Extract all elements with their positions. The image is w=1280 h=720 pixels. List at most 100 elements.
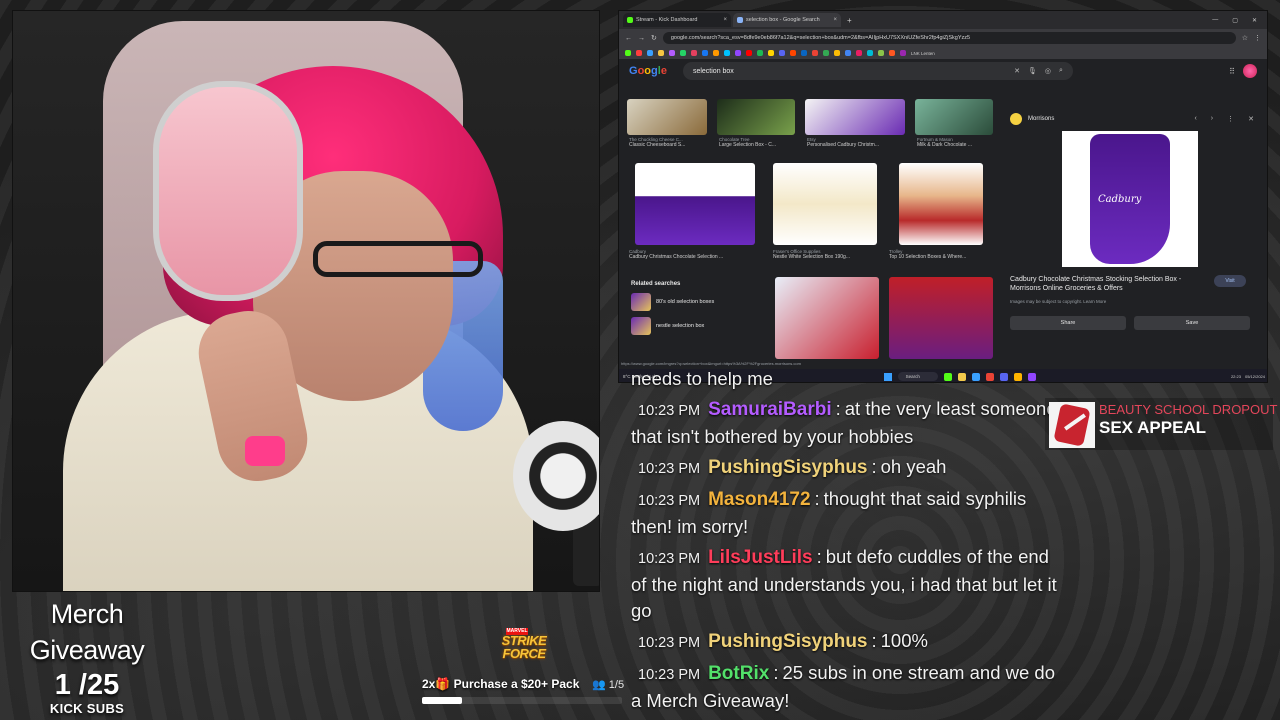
bookmark-icon[interactable] bbox=[878, 50, 884, 56]
now-playing-widget: BEAUTY SCHOOL DROPOUT SEX APPEAL bbox=[1045, 398, 1277, 450]
result-caption[interactable]: Etsy Personalised Cadbury Christm... bbox=[807, 137, 911, 148]
preview-image[interactable]: Cadbury bbox=[1062, 131, 1198, 267]
message-time: 10:23 PM bbox=[638, 635, 701, 651]
result-caption[interactable]: The Chuckling Cheese C... Classic Cheeseb… bbox=[629, 137, 715, 148]
bookmarks-bar: LNK Lenten bbox=[619, 47, 1267, 59]
bookmark-icon[interactable] bbox=[768, 50, 774, 56]
message-user: BotRix bbox=[708, 663, 770, 684]
close-icon[interactable]: ✕ bbox=[1248, 115, 1254, 123]
bookmark-icon[interactable] bbox=[713, 50, 719, 56]
result-image[interactable] bbox=[889, 277, 993, 359]
star-icon[interactable]: ☆ bbox=[1242, 34, 1248, 42]
bookmark-icon[interactable] bbox=[779, 50, 785, 56]
sponsor-progress-fill bbox=[422, 697, 462, 704]
bookmark-label[interactable]: LNK Lenten bbox=[911, 51, 935, 56]
apps-grid-icon[interactable]: ⠿ bbox=[1229, 67, 1235, 76]
maximize-icon[interactable]: ▢ bbox=[1232, 17, 1238, 24]
panel-title[interactable]: Cadbury Chocolate Christmas Stocking Sel… bbox=[1010, 275, 1200, 293]
result-image[interactable] bbox=[717, 99, 795, 135]
url-field[interactable]: google.com/search?sca_esv=8dfe9e0eb86f7a… bbox=[662, 32, 1236, 44]
bookmark-icon[interactable] bbox=[845, 50, 851, 56]
result-caption[interactable]: Fraser's Office Supplies Nestle White Sel… bbox=[773, 249, 883, 260]
menu-icon[interactable]: ⋮ bbox=[1254, 34, 1261, 42]
bookmark-icon[interactable] bbox=[889, 50, 895, 56]
share-button[interactable]: Share bbox=[1010, 316, 1126, 330]
bookmark-icon[interactable] bbox=[801, 50, 807, 56]
tab-kick-dashboard[interactable]: Stream - Kick Dashboard × bbox=[623, 13, 731, 27]
merch-label: Merch bbox=[50, 599, 124, 629]
bookmark-icon[interactable] bbox=[658, 50, 664, 56]
related-item[interactable]: 80's old selection boxes bbox=[631, 293, 771, 311]
lens-icon[interactable]: ◎ bbox=[1045, 67, 1051, 75]
bookmark-icon[interactable] bbox=[867, 50, 873, 56]
bookmark-icon[interactable] bbox=[746, 50, 752, 56]
bookmark-icon[interactable] bbox=[647, 50, 653, 56]
result-image[interactable] bbox=[899, 163, 983, 245]
result-image[interactable] bbox=[915, 99, 993, 135]
strike-force-logo: MARVEL STRIKE FORCE bbox=[480, 628, 568, 662]
bookmark-icon[interactable] bbox=[625, 50, 631, 56]
close-window-icon[interactable]: ✕ bbox=[1252, 17, 1257, 24]
bookmark-icon[interactable] bbox=[823, 50, 829, 56]
more-icon[interactable]: ⋮ bbox=[1227, 115, 1234, 123]
next-icon[interactable]: › bbox=[1211, 115, 1213, 123]
result-image[interactable] bbox=[635, 163, 755, 245]
sponsor-count-value: 1/5 bbox=[608, 679, 625, 691]
bookmark-icon[interactable] bbox=[702, 50, 708, 56]
tab-google-search[interactable]: selection box - Google Search × bbox=[733, 13, 841, 27]
bookmark-icon[interactable] bbox=[790, 50, 796, 56]
save-button[interactable]: Save bbox=[1134, 316, 1250, 330]
result-image[interactable] bbox=[773, 163, 877, 245]
bookmark-icon[interactable] bbox=[680, 50, 686, 56]
clock-date[interactable]: 05/12/2024 bbox=[1245, 374, 1265, 379]
back-icon[interactable]: ← bbox=[625, 35, 632, 42]
related-item[interactable]: nestle selection box bbox=[631, 317, 771, 335]
result-caption[interactable]: Cadbury Cadbury Christmas Chocolate Selec… bbox=[629, 249, 755, 260]
strike-force-wordmark: STRIKE FORCE bbox=[501, 633, 547, 661]
reload-icon[interactable]: ↻ bbox=[651, 34, 657, 42]
message-user: Mason4172 bbox=[708, 489, 811, 510]
bookmark-icon[interactable] bbox=[724, 50, 730, 56]
google-logo[interactable]: Google bbox=[629, 65, 667, 77]
close-icon[interactable]: × bbox=[723, 17, 727, 23]
search-icon[interactable]: ⌕ bbox=[1059, 67, 1063, 75]
now-playing-artist: BEAUTY SCHOOL DROPOUT bbox=[1099, 402, 1278, 417]
clear-icon[interactable]: ✕ bbox=[1014, 67, 1020, 75]
result-caption[interactable]: Chocolate Tree Large Selection Box - C... bbox=[719, 137, 803, 148]
close-icon[interactable]: × bbox=[833, 17, 837, 23]
avatar[interactable] bbox=[1243, 64, 1257, 78]
result-image[interactable] bbox=[805, 99, 905, 135]
google-account-area: ⠿ bbox=[1229, 64, 1257, 78]
message-separator: : bbox=[871, 630, 877, 651]
album-art bbox=[1049, 402, 1095, 448]
search-query[interactable]: selection box bbox=[693, 68, 1006, 75]
bookmark-icon[interactable] bbox=[669, 50, 675, 56]
bookmark-icon[interactable] bbox=[834, 50, 840, 56]
result-image[interactable] bbox=[627, 99, 707, 135]
mic-icon[interactable]: 🎙 bbox=[1028, 67, 1037, 75]
bookmark-icon[interactable] bbox=[900, 50, 906, 56]
previous-icon[interactable]: ‹ bbox=[1194, 115, 1196, 123]
bookmark-icon[interactable] bbox=[856, 50, 862, 56]
result-caption[interactable]: Trolley Top 10 Selection Boxes & Where... bbox=[889, 249, 1001, 260]
message-text: needs to help me bbox=[631, 372, 773, 389]
result-caption[interactable]: Fortnum & Mason Milk & Dark Chocolate ... bbox=[917, 137, 1003, 148]
google-header: Google selection box ✕ 🎙 ◎ ⌕ ⠿ bbox=[619, 59, 1267, 83]
forward-icon[interactable]: → bbox=[638, 35, 645, 42]
bookmark-icon[interactable] bbox=[757, 50, 763, 56]
address-bar: ← → ↻ google.com/search?sca_esv=8dfe9e0e… bbox=[619, 29, 1267, 47]
minimize-icon[interactable]: — bbox=[1212, 17, 1218, 24]
bookmark-icon[interactable] bbox=[812, 50, 818, 56]
google-search-box[interactable]: selection box ✕ 🎙 ◎ ⌕ bbox=[682, 62, 1073, 80]
glasses bbox=[313, 241, 483, 277]
bookmark-icon[interactable] bbox=[691, 50, 697, 56]
new-tab-icon[interactable]: + bbox=[847, 16, 852, 25]
browser-capture: Stream - Kick Dashboard × selection box … bbox=[618, 10, 1268, 383]
visit-button[interactable]: Visit bbox=[1214, 275, 1246, 287]
message-time: 10:23 PM bbox=[638, 461, 701, 477]
bookmark-icon[interactable] bbox=[735, 50, 741, 56]
clock-time[interactable]: 22:23 bbox=[1231, 374, 1241, 379]
bookmark-icon[interactable] bbox=[636, 50, 642, 56]
panel-source[interactable]: Morrisons bbox=[1028, 116, 1054, 122]
result-image[interactable] bbox=[775, 277, 879, 359]
